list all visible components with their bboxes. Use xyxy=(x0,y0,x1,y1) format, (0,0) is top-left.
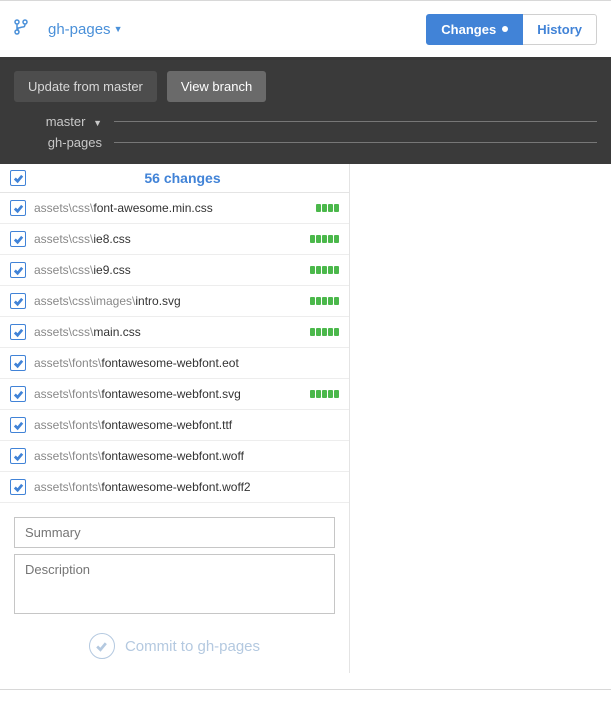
toolbar-dark: Update from master View branch master ▼ … xyxy=(0,57,611,164)
file-row[interactable]: assets\fonts\fontawesome-webfont.ttf xyxy=(0,410,349,441)
tab-history[interactable]: History xyxy=(523,14,597,45)
file-row[interactable]: assets\fonts\fontawesome-webfont.svg xyxy=(0,379,349,410)
compare-head: gh-pages xyxy=(14,135,114,150)
commit-description-input[interactable] xyxy=(14,554,335,614)
file-path: assets\css\main.css xyxy=(34,325,302,339)
diff-indicator xyxy=(316,204,339,212)
file-path: assets\css\images\intro.svg xyxy=(34,294,302,308)
diff-indicator xyxy=(310,328,339,336)
file-checkbox[interactable] xyxy=(10,479,26,495)
file-row[interactable]: assets\fonts\fontawesome-webfont.woff2 xyxy=(0,472,349,503)
file-path: assets\css\font-awesome.min.css xyxy=(34,201,308,215)
compare-base[interactable]: master ▼ xyxy=(14,114,114,129)
commit-section: Commit to gh-pages xyxy=(0,503,349,673)
file-row[interactable]: assets\css\main.css xyxy=(0,317,349,348)
header: gh-pages ▼ Changes History xyxy=(0,1,611,57)
changes-indicator-dot xyxy=(502,26,508,32)
commit-summary-input[interactable] xyxy=(14,517,335,548)
diff-indicator xyxy=(310,235,339,243)
compare-head-label: gh-pages xyxy=(48,135,102,150)
changes-header: 56 changes xyxy=(0,164,349,193)
diff-indicator xyxy=(310,266,339,274)
caret-down-icon: ▼ xyxy=(93,118,102,128)
file-checkbox[interactable] xyxy=(10,448,26,464)
file-row[interactable]: assets\fonts\fontawesome-webfont.eot xyxy=(0,348,349,379)
tab-changes-label: Changes xyxy=(441,22,496,37)
file-checkbox[interactable] xyxy=(10,293,26,309)
file-path: assets\fonts\fontawesome-webfont.ttf xyxy=(34,418,339,432)
compare-section: master ▼ gh-pages xyxy=(14,102,597,164)
file-checkbox[interactable] xyxy=(10,355,26,371)
tab-group: Changes History xyxy=(426,14,597,45)
file-checkbox[interactable] xyxy=(10,386,26,402)
changes-count: 56 changes xyxy=(26,170,339,186)
tab-history-label: History xyxy=(537,22,582,37)
branch-name: gh-pages xyxy=(48,21,111,38)
caret-down-icon: ▼ xyxy=(114,24,123,34)
branch-icon xyxy=(14,18,28,41)
compare-line xyxy=(114,121,597,122)
file-list: assets\css\font-awesome.min.css assets\cs… xyxy=(0,193,349,503)
file-path: assets\fonts\fontawesome-webfont.woff xyxy=(34,449,339,463)
tab-changes[interactable]: Changes xyxy=(426,14,523,45)
file-path: assets\fonts\fontawesome-webfont.eot xyxy=(34,356,339,370)
view-branch-button[interactable]: View branch xyxy=(167,71,266,102)
bottom-divider xyxy=(0,689,611,690)
file-path: assets\css\ie9.css xyxy=(34,263,302,277)
commit-button-label: Commit to gh-pages xyxy=(125,638,260,655)
file-checkbox[interactable] xyxy=(10,417,26,433)
compare-line xyxy=(114,142,597,143)
file-checkbox[interactable] xyxy=(10,200,26,216)
file-path: assets\css\ie8.css xyxy=(34,232,302,246)
file-checkbox[interactable] xyxy=(10,262,26,278)
file-checkbox[interactable] xyxy=(10,231,26,247)
diff-indicator xyxy=(310,297,339,305)
file-path: assets\fonts\fontawesome-webfont.woff2 xyxy=(34,480,339,494)
file-path: assets\fonts\fontawesome-webfont.svg xyxy=(34,387,302,401)
update-from-master-button[interactable]: Update from master xyxy=(14,71,157,102)
branch-selector[interactable]: gh-pages ▼ xyxy=(48,21,122,38)
check-icon xyxy=(89,633,115,659)
file-row[interactable]: assets\css\font-awesome.min.css xyxy=(0,193,349,224)
diff-indicator xyxy=(310,390,339,398)
changes-panel: 56 changes assets\css\font-awesome.min.c… xyxy=(0,164,350,673)
select-all-checkbox[interactable] xyxy=(10,170,26,186)
file-checkbox[interactable] xyxy=(10,324,26,340)
commit-button[interactable]: Commit to gh-pages xyxy=(14,633,335,659)
compare-base-label: master xyxy=(46,114,86,129)
file-row[interactable]: assets\fonts\fontawesome-webfont.woff xyxy=(0,441,349,472)
file-row[interactable]: assets\css\images\intro.svg xyxy=(0,286,349,317)
file-row[interactable]: assets\css\ie9.css xyxy=(0,255,349,286)
file-row[interactable]: assets\css\ie8.css xyxy=(0,224,349,255)
